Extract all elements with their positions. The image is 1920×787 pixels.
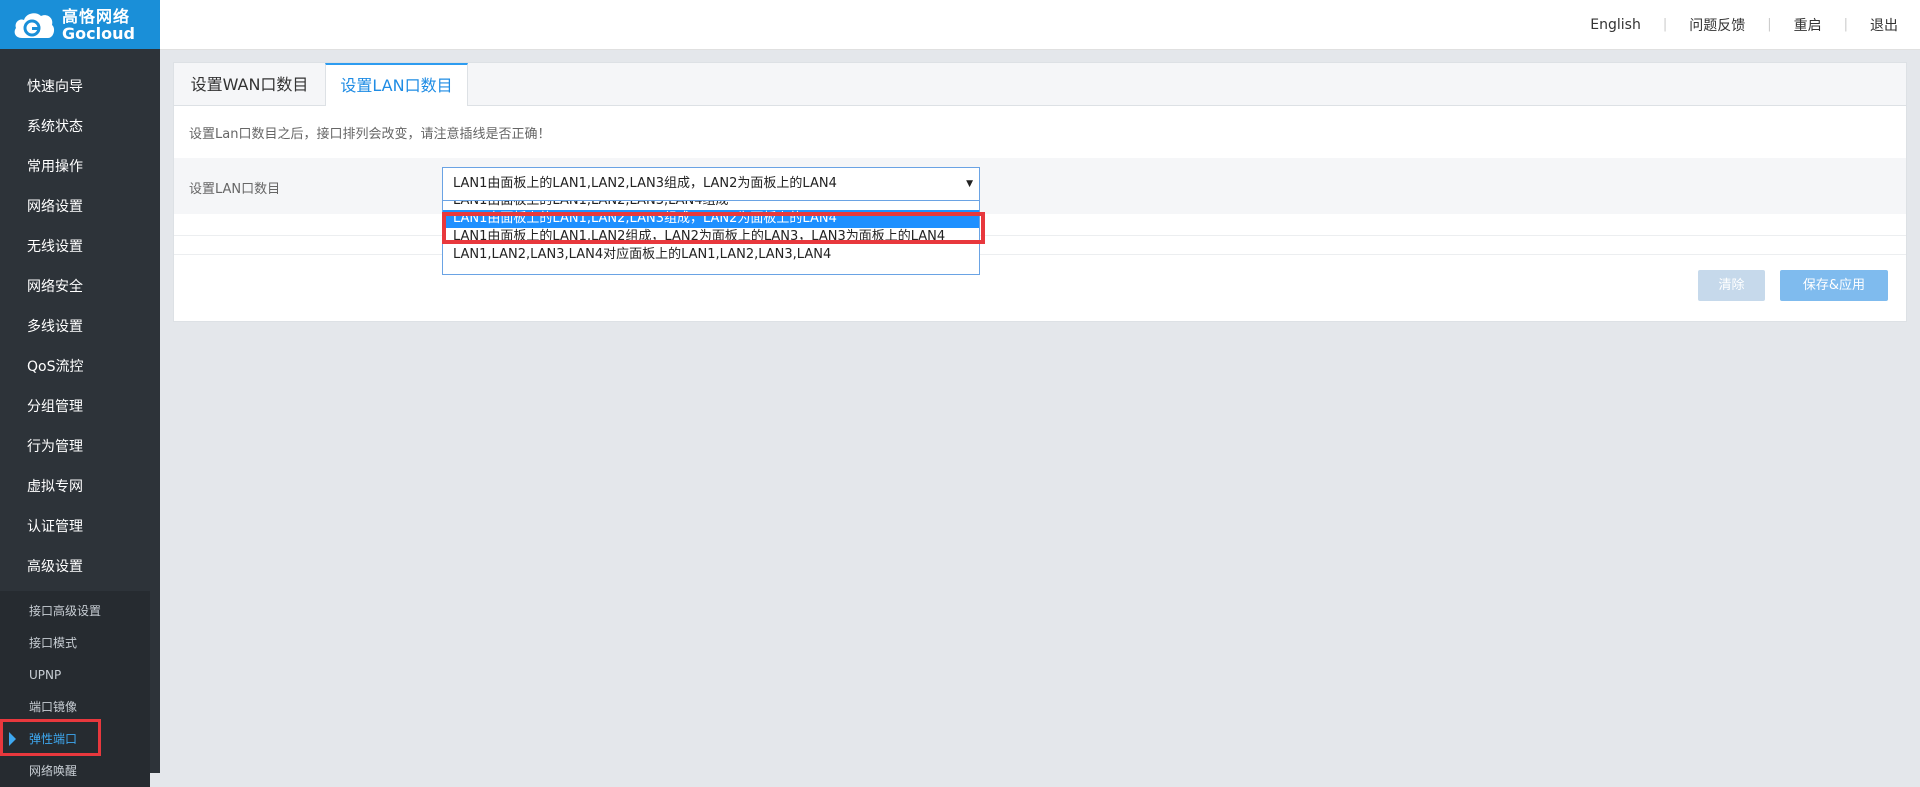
row-dividers bbox=[174, 235, 1906, 273]
clear-button[interactable]: 清除 bbox=[1698, 270, 1765, 301]
form-row bbox=[174, 158, 1906, 214]
submenu-item-interface-mode[interactable]: 接口模式 bbox=[0, 627, 150, 659]
sidebar-item-multi-wan[interactable]: 多线设置 bbox=[0, 307, 160, 347]
sidebar-item-advanced-settings[interactable]: 高级设置 bbox=[0, 547, 160, 587]
sidebar-item-wireless-settings[interactable]: 无线设置 bbox=[0, 227, 160, 267]
lan-count-dropdown-list: LAN1由面板上的LAN1,LAN2,LAN3,LAN4组成 LAN1由面板上的… bbox=[442, 200, 980, 275]
tab-lan-count[interactable]: 设置LAN口数目 bbox=[325, 63, 468, 106]
logo[interactable]: 高恪网络 Gocloud bbox=[0, 0, 160, 49]
tab-wan-count[interactable]: 设置WAN口数目 bbox=[174, 63, 325, 105]
warning-notice: 设置Lan口数目之后，接口排列会改变，请注意插线是否正确！ bbox=[189, 127, 551, 142]
logout-link[interactable]: 退出 bbox=[1848, 15, 1920, 35]
language-link[interactable]: English bbox=[1568, 17, 1663, 33]
sidebar-item-network-security[interactable]: 网络安全 bbox=[0, 267, 160, 307]
dropdown-option[interactable]: LAN1由面板上的LAN1,LAN2,LAN3,LAN4组成 bbox=[443, 201, 979, 210]
submenu-item-interface-advanced[interactable]: 接口高级设置 bbox=[0, 595, 150, 627]
reboot-link[interactable]: 重启 bbox=[1772, 15, 1844, 35]
sidebar-item-network-settings[interactable]: 网络设置 bbox=[0, 187, 160, 227]
feedback-link[interactable]: 问题反馈 bbox=[1667, 15, 1767, 35]
submenu-item-wake-on-lan[interactable]: 网络唤醒 bbox=[0, 755, 150, 787]
tab-bar: 设置WAN口数目 设置LAN口数目 bbox=[174, 63, 1906, 106]
select-value: LAN1由面板上的LAN1,LAN2,LAN3组成，LAN2为面板上的LAN4 bbox=[453, 176, 837, 191]
lan-count-label: 设置LAN口数目 bbox=[189, 182, 281, 197]
dropdown-option[interactable]: LAN1由面板上的LAN1,LAN2组成，LAN2为面板上的LAN3，LAN3为… bbox=[443, 228, 979, 246]
cloud-logo-icon bbox=[12, 8, 56, 42]
sidebar-item-group-management[interactable]: 分组管理 bbox=[0, 387, 160, 427]
sidebar-item-behavior-management[interactable]: 行为管理 bbox=[0, 427, 160, 467]
submenu-item-upnp[interactable]: UPNP bbox=[0, 659, 150, 691]
main-panel: 设置WAN口数目 设置LAN口数目 设置Lan口数目之后，接口排列会改变，请注意… bbox=[173, 62, 1907, 322]
sidebar-item-qos[interactable]: QoS流控 bbox=[0, 347, 160, 387]
advanced-submenu: 接口高级设置 接口模式 UPNP 端口镜像 弹性端口 网络唤醒 bbox=[0, 591, 150, 787]
annotation-highlight-box bbox=[0, 719, 101, 756]
divider bbox=[174, 235, 1906, 236]
sidebar-item-vpn[interactable]: 虚拟专网 bbox=[0, 467, 160, 507]
top-nav: English | 问题反馈 | 重启 | 退出 bbox=[1568, 0, 1920, 49]
divider bbox=[174, 254, 1906, 255]
sidebar-item-auth-management[interactable]: 认证管理 bbox=[0, 507, 160, 547]
sidebar-menu: 快速向导 系统状态 常用操作 网络设置 无线设置 网络安全 多线设置 QoS流控… bbox=[0, 49, 160, 587]
sidebar-item-system-status[interactable]: 系统状态 bbox=[0, 107, 160, 147]
brand-name-en: Gocloud bbox=[62, 23, 135, 43]
brand-name-cn: 高恪网络 bbox=[62, 6, 131, 26]
top-bar: English | 问题反馈 | 重启 | 退出 bbox=[160, 0, 1920, 50]
dropdown-option-selected[interactable]: LAN1由面板上的LAN1,LAN2,LAN3组成，LAN2为面板上的LAN4 bbox=[443, 210, 979, 228]
lan-count-select[interactable]: LAN1由面板上的LAN1,LAN2,LAN3组成，LAN2为面板上的LAN4 … bbox=[442, 167, 980, 201]
sidebar: 高恪网络 Gocloud 快速向导 系统状态 常用操作 网络设置 无线设置 网络… bbox=[0, 0, 160, 787]
sidebar-item-common-ops[interactable]: 常用操作 bbox=[0, 147, 160, 187]
dropdown-option[interactable]: LAN1,LAN2,LAN3,LAN4对应面板上的LAN1,LAN2,LAN3,… bbox=[443, 246, 979, 264]
dropdown-arrow-icon: ▼ bbox=[966, 179, 973, 189]
save-apply-button[interactable]: 保存&应用 bbox=[1780, 270, 1888, 301]
sidebar-item-quick-guide[interactable]: 快速向导 bbox=[0, 67, 160, 107]
